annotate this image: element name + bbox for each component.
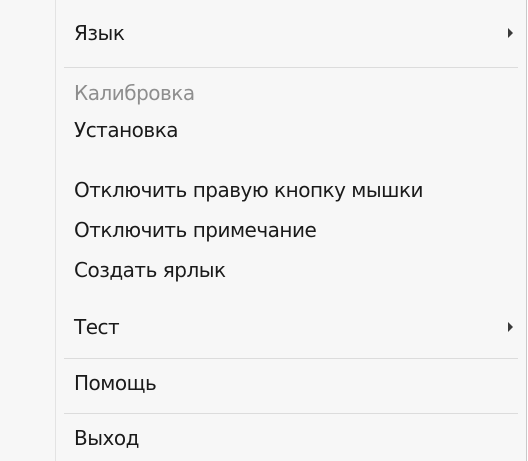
menu-item-label: Тест (74, 315, 120, 339)
menu-item-label: Язык (74, 21, 125, 45)
menu-separator (64, 413, 518, 414)
menu-item-setup[interactable]: Установка (0, 110, 526, 150)
menu-item-label: Отключить правую кнопку мышки (74, 178, 424, 202)
menu-item-create-shortcut[interactable]: Создать ярлык (0, 250, 526, 290)
menu-item-language[interactable]: Язык (0, 13, 526, 53)
menu-item-label: Помощь (74, 371, 157, 395)
chevron-right-icon (508, 322, 513, 332)
menu-item-disable-note[interactable]: Отключить примечание (0, 210, 526, 250)
menu-item-calibration: Калибровка (0, 73, 526, 113)
menu-item-label: Установка (74, 118, 179, 142)
menu-separator (64, 358, 518, 359)
menu-item-label: Выход (74, 426, 139, 450)
menu-item-exit[interactable]: Выход (0, 418, 526, 458)
menu-item-label: Калибровка (74, 81, 195, 105)
menu-separator (64, 67, 518, 68)
chevron-right-icon (508, 28, 513, 38)
context-menu: Язык Калибровка Установка Отключить прав… (0, 0, 527, 461)
menu-item-label: Отключить примечание (74, 218, 317, 242)
menu-item-help[interactable]: Помощь (0, 363, 526, 403)
menu-item-label: Создать ярлык (74, 258, 226, 282)
menu-item-disable-right-click[interactable]: Отключить правую кнопку мышки (0, 170, 526, 210)
menu-item-test[interactable]: Тест (0, 307, 526, 347)
